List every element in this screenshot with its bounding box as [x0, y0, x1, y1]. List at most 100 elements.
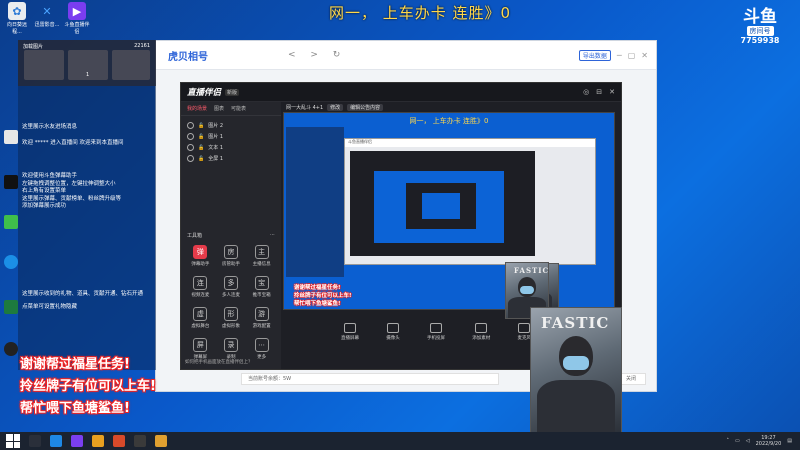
control-camera[interactable]: 摄像头 [386, 323, 400, 341]
edit-announcement-button[interactable]: 编辑公告内容 [347, 104, 384, 111]
stage-icon: 虚 [193, 307, 208, 321]
overlay-line: 谢谢帮过福星任务! [20, 357, 130, 372]
tool-more[interactable]: ⋯ 更多 [246, 338, 277, 360]
desktop-icon-tiktok[interactable] [4, 175, 18, 189]
nested-preview-2 [422, 193, 460, 219]
chat-message: 点菜单可设置礼物隐藏 [22, 304, 78, 310]
douyu-logo: 斗鱼 [743, 7, 777, 27]
lock-icon[interactable]: 🔓 [198, 134, 204, 140]
eye-icon[interactable] [187, 133, 194, 140]
maximize-icon[interactable]: ▢ [628, 51, 636, 60]
control-phone-cast[interactable]: 手机投屏 [427, 323, 445, 341]
tool-record[interactable]: 录录制 [216, 338, 247, 360]
control-add-source[interactable]: 添加素材 [472, 323, 490, 341]
network-icon[interactable]: ▭ [735, 438, 740, 444]
chat-mini-card [24, 50, 64, 80]
video-link-icon: 连 [193, 276, 208, 290]
chat-header-count: 22161 [134, 43, 150, 49]
more-icon: ⋯ [254, 338, 269, 352]
douyu-helper-icon: ▶ [68, 2, 86, 20]
tool-treasure-box[interactable]: 宝推币宝箱 [246, 276, 277, 298]
nested-preview [374, 171, 504, 243]
app-taskbar-icon[interactable] [113, 435, 125, 447]
system-tray: ˄ ▭ ◁ 19:27 2022/9/20 ▤ [727, 435, 792, 447]
eye-icon[interactable] [187, 144, 194, 151]
desktop-icon-obs[interactable] [4, 342, 18, 356]
close-icon[interactable]: ✕ [641, 51, 648, 60]
room-manager-icon: 房 [223, 245, 238, 259]
windows-start-icon[interactable] [6, 434, 20, 448]
close-icon[interactable]: ✕ [609, 88, 615, 96]
tool-danmu-screen[interactable]: 屏弹幕屏 [185, 338, 216, 360]
search-icon[interactable] [29, 435, 41, 447]
sunflower-icon: ✿ [8, 2, 26, 20]
desktop-icon-thunder[interactable]: ✕ 迅雷影音... [34, 2, 60, 29]
douyu-room-id: 7759938 [740, 36, 780, 45]
edit-room-button[interactable]: 修改 [327, 104, 344, 111]
help-link[interactable]: 如何把手机画面放在直播伴侣上？ [185, 359, 253, 365]
app-nav-buttons[interactable]: < > ↻ [288, 50, 346, 60]
preview-overlay-line: 帮忙喂下鱼塘鲨鱼! [294, 301, 341, 307]
broadcaster-header: 直播伴侣 新版 ◎ ⊟ ✕ [181, 83, 621, 102]
lock-icon[interactable]: 🔓 [198, 123, 204, 129]
cloud-export-button[interactable]: 导出数据 [578, 49, 611, 61]
nested-broadcaster [350, 151, 535, 256]
tab-options[interactable]: 可能表 [231, 105, 246, 112]
desktop-icon-douyu-helper[interactable]: ▶ 斗鱼直播伴侣 [64, 2, 90, 35]
tool-danmu-helper[interactable]: 弹弹幕助手 [185, 245, 216, 267]
preview-stream-title: 网一， 上车办卡 连胜》0 [409, 117, 489, 125]
control-microphone[interactable]: 麦克风 [518, 323, 531, 341]
tab-my-scenes[interactable]: 我的场景 [187, 105, 207, 112]
app-taskbar-icon[interactable] [134, 435, 146, 447]
desktop-icon-wechat[interactable] [4, 215, 18, 229]
tool-avatar[interactable]: 形虚拟形象 [216, 307, 247, 329]
settings-icon[interactable]: ◎ [583, 88, 589, 96]
douyu-room-label: 房间号 [746, 26, 774, 36]
eye-icon[interactable] [187, 122, 194, 129]
douyu-helper-icon[interactable] [71, 435, 83, 447]
app-taskbar-icon[interactable] [155, 435, 167, 447]
camera-icon [387, 323, 399, 333]
tool-multi-link[interactable]: 多多人连麦 [216, 276, 247, 298]
tab-charts[interactable]: 图表 [214, 105, 224, 112]
chat-mini-card [112, 50, 150, 80]
tool-video-link[interactable]: 连视频连麦 [185, 276, 216, 298]
nested-broadcaster-2 [406, 183, 476, 229]
desktop-icon-edge[interactable] [4, 255, 18, 269]
desktop-icon-excel[interactable] [4, 300, 18, 314]
lock-icon[interactable]: 🔓 [198, 145, 204, 151]
app-window-controls: 导出数据 ─ ▢ ✕ [578, 49, 648, 61]
eye-icon[interactable] [187, 155, 194, 162]
lock-icon[interactable]: 🔓 [198, 156, 204, 162]
tool-game-config[interactable]: 游游戏配置 [246, 307, 277, 329]
minimize-icon[interactable]: ⊟ [596, 88, 602, 96]
tool-room-manager[interactable]: 房房管助手 [216, 245, 247, 267]
nested-app-title: 斗鱼直播伴侣 [345, 139, 595, 147]
source-item[interactable]: 🔓 全屏 1 [181, 153, 281, 164]
volume-icon[interactable]: ◁ [746, 438, 750, 444]
tool-anchor-info[interactable]: 主主播信息 [246, 245, 277, 267]
tool-virtual-stage[interactable]: 虚虚拟舞台 [185, 307, 216, 329]
chat-message: 这里展示水友进场消息 [22, 124, 78, 130]
app-logo: 虎贝相号 [168, 51, 208, 63]
app-taskbar-icon[interactable] [92, 435, 104, 447]
desktop-icon-pc[interactable] [4, 130, 18, 144]
chat-message: 这里展示收到的礼物、道具、贡献开通、钻石开通 [22, 290, 144, 297]
preview-chat-panel [286, 127, 344, 277]
notification-icon[interactable]: ▤ [787, 438, 792, 444]
live-preview[interactable]: 网一， 上车办卡 连胜》0 斗鱼直播伴侣 谢谢帮过福星任务! 拎丝牌子有位可以上… [283, 112, 615, 310]
minimize-icon[interactable]: ─ [617, 51, 622, 60]
control-screen[interactable]: 直播屏幕 [341, 323, 359, 341]
source-item[interactable]: 🔓 文本 1 [181, 142, 281, 153]
clock[interactable]: 19:27 2022/9/20 [756, 435, 782, 447]
chat-header-title: 加载图片 [23, 44, 44, 50]
desktop-icon-sunlogin[interactable]: ✿ 向日葵远程... [4, 2, 30, 35]
stream-title: 网一， 上车办卡 连胜》0 [328, 4, 512, 22]
danmu-icon: 弹 [193, 245, 208, 259]
app-status-bar: 当前账号余额：5W [241, 373, 499, 385]
more-icon[interactable]: ⋯ [270, 232, 275, 239]
source-item[interactable]: 🔓 图片 1 [181, 131, 281, 142]
chevron-up-icon[interactable]: ˄ [727, 438, 730, 444]
source-item[interactable]: 🔓 图片 2 [181, 120, 281, 131]
explorer-icon[interactable] [50, 435, 62, 447]
